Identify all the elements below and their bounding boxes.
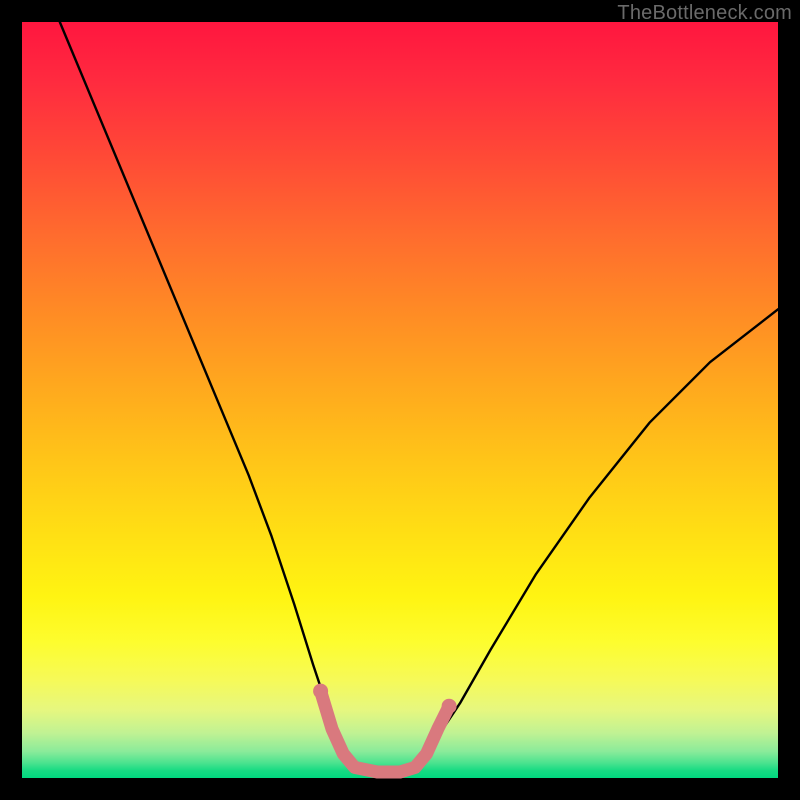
pink-dot-left	[313, 684, 328, 699]
chart-svg	[22, 22, 778, 778]
pink-flat-segment	[321, 691, 450, 772]
chart-plot-area	[22, 22, 778, 778]
chart-frame: TheBottleneck.com	[0, 0, 800, 800]
pink-dot-right	[442, 699, 457, 714]
black-curve	[60, 22, 778, 772]
